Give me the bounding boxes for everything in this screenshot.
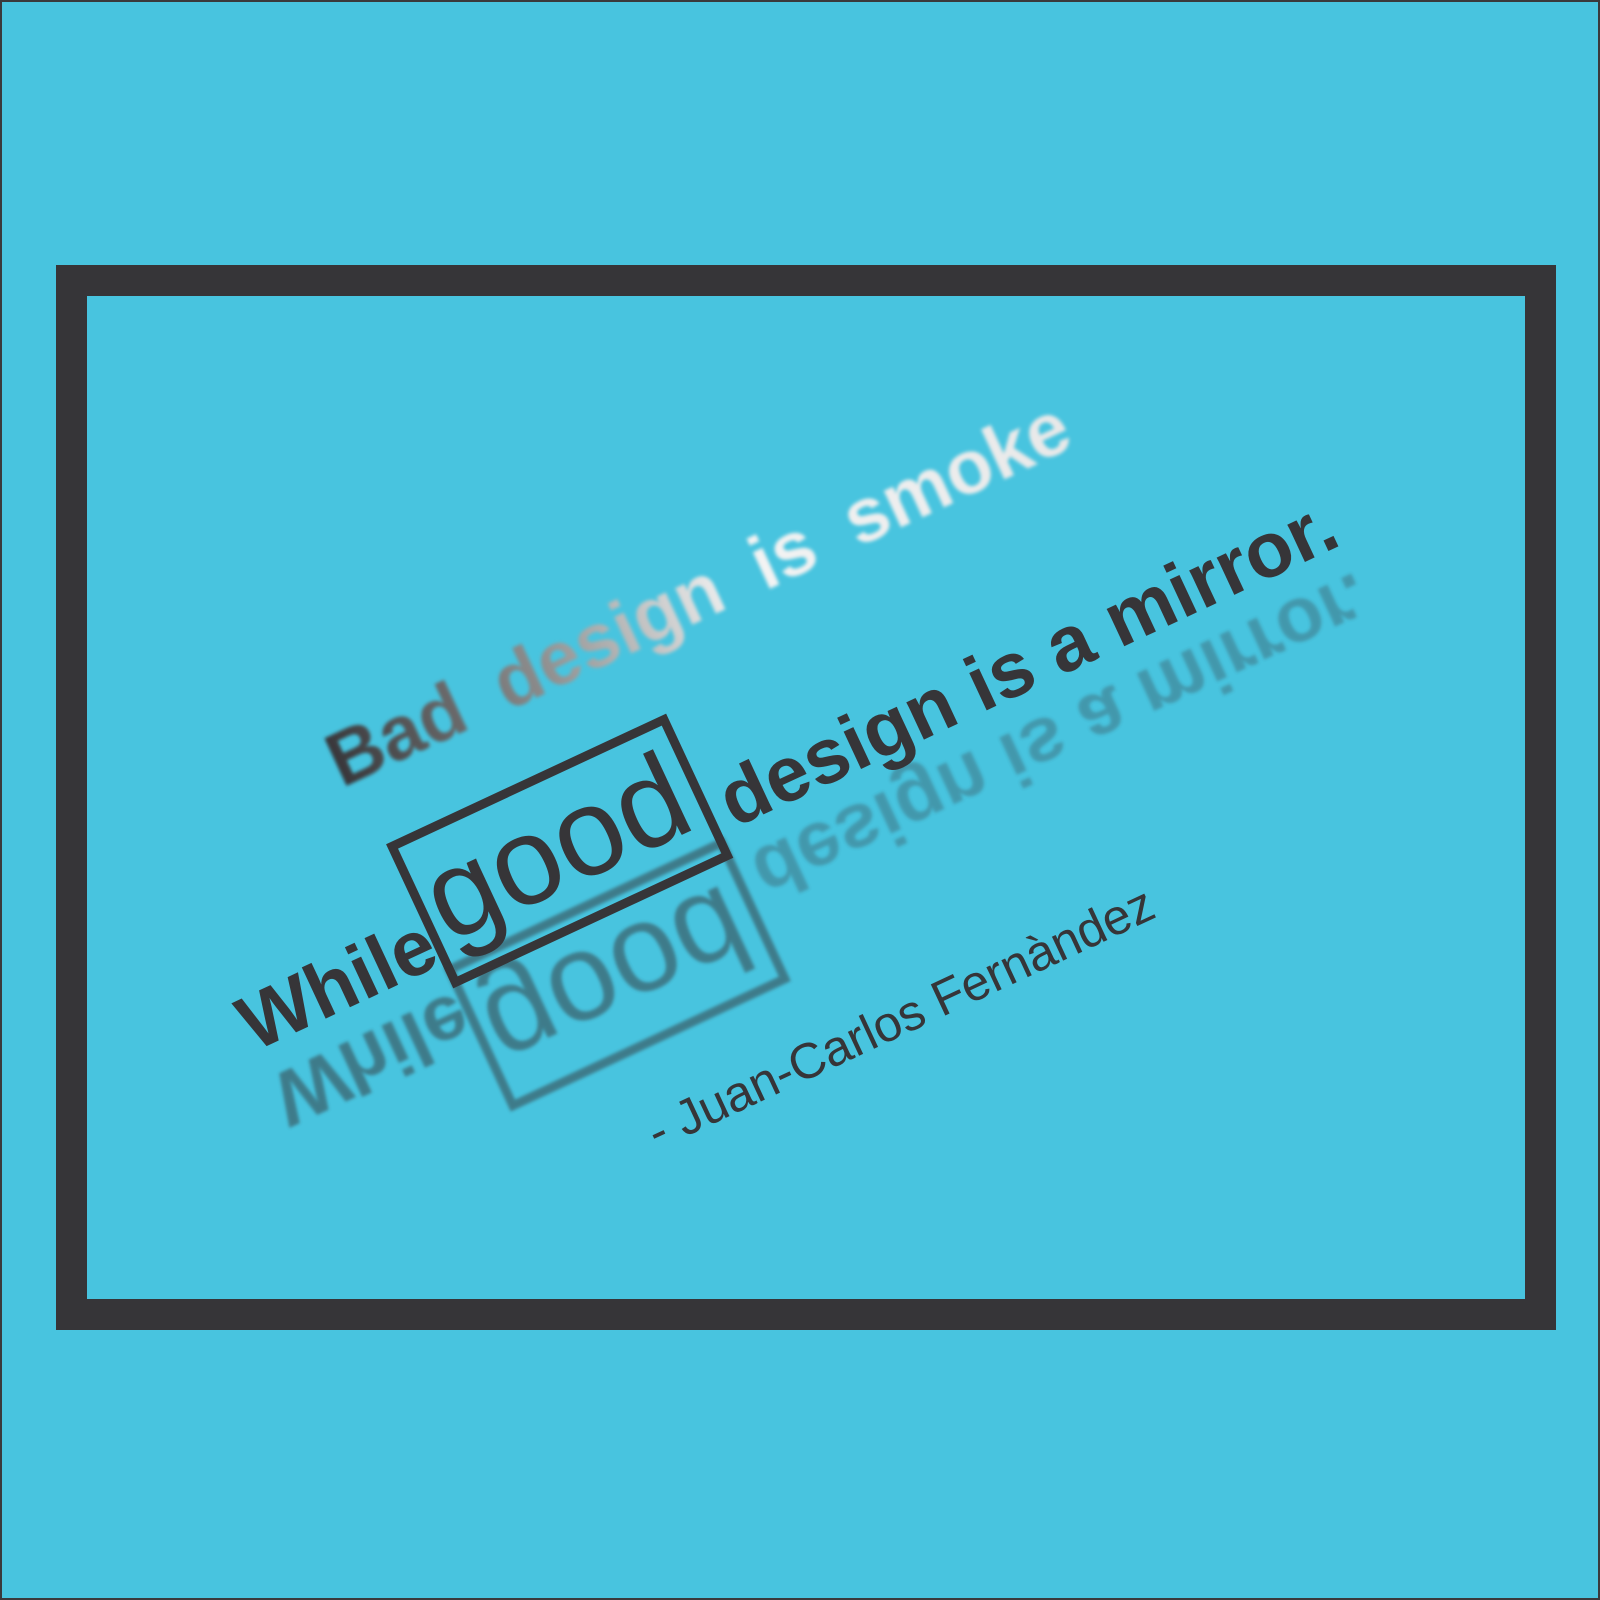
word-smoke: smoke [829, 384, 1083, 563]
word-is: is [736, 502, 829, 606]
poster: Bad design is smoke While good design is… [0, 0, 1600, 1600]
word-design: design [479, 546, 737, 727]
quote-artwork: Bad design is smoke While good design is… [224, 384, 1386, 1160]
word-bad: Bad [313, 666, 479, 804]
